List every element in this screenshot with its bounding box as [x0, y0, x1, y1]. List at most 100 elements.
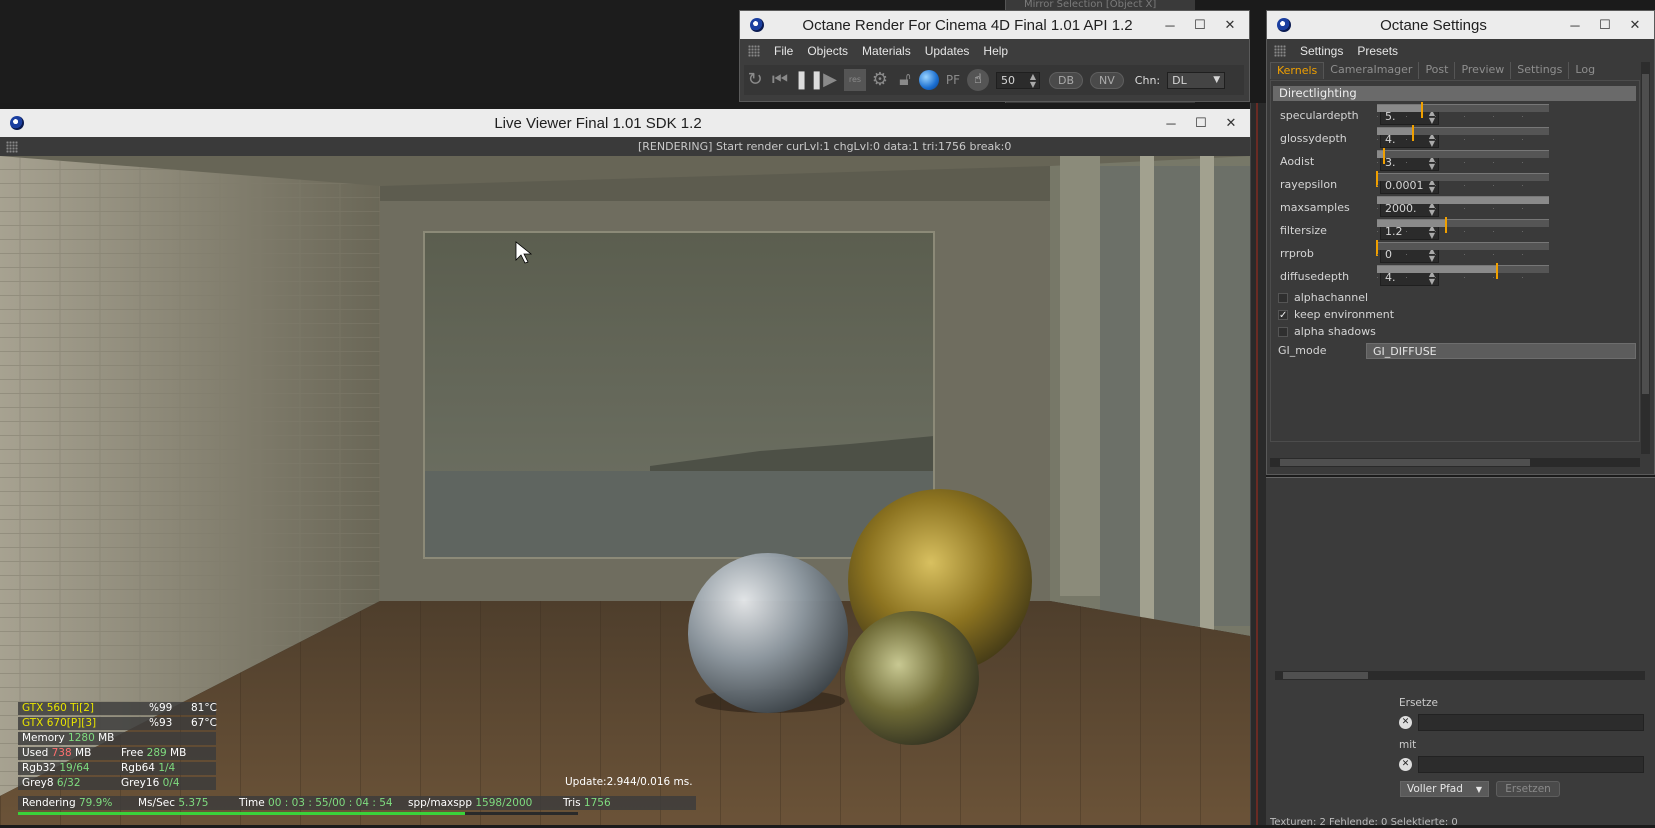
scroll-thumb[interactable]: [1283, 672, 1368, 679]
viewer-titlebar[interactable]: Live Viewer Final 1.01 SDK 1.2 ─ ☐ ✕: [0, 109, 1250, 137]
param-slider[interactable]: [1377, 125, 1549, 141]
path-option-select[interactable]: Voller Pfad ▼: [1400, 781, 1489, 797]
grey8-label: Grey8: [22, 777, 54, 789]
skip-back-icon[interactable]: ⏮: [769, 69, 791, 91]
slider-fill: [1377, 105, 1422, 112]
scroll-thumb[interactable]: [1642, 74, 1649, 394]
minimize-icon[interactable]: ─: [1568, 18, 1582, 33]
tris-value: 1756: [583, 797, 611, 809]
tab-cameraimager[interactable]: CameraImager: [1324, 62, 1420, 79]
spin-arrows-icon[interactable]: ▲ ▼: [1030, 72, 1036, 89]
settings-gear-icon[interactable]: ⚙: [869, 69, 891, 91]
clear-ersetze-icon[interactable]: ✕: [1399, 716, 1412, 729]
menu-settings[interactable]: Settings: [1300, 44, 1343, 58]
reload-icon[interactable]: ↻: [744, 69, 766, 91]
db-button[interactable]: DB: [1049, 71, 1084, 89]
checkbox-box[interactable]: [1278, 293, 1288, 303]
slider-ticks: [1377, 185, 1549, 186]
menu-materials[interactable]: Materials: [862, 44, 911, 58]
cinema4d-logo-icon: [10, 116, 24, 130]
close-icon[interactable]: ✕: [1223, 17, 1237, 33]
settings-horizontal-scrollbar[interactable]: [1270, 458, 1640, 467]
minimize-icon[interactable]: ─: [1163, 18, 1177, 33]
gpu2-name: GTX 670[P][3]: [22, 717, 97, 729]
grey16-label: Grey16: [121, 777, 160, 789]
play-icon[interactable]: ▶: [819, 69, 841, 91]
tab-post[interactable]: Post: [1419, 62, 1456, 79]
rgb64-value: 1/4: [158, 762, 176, 774]
viewer-statusbar: [RENDERING] Start render curLvl:1 chgLvl…: [0, 137, 1250, 156]
mit-input[interactable]: [1418, 756, 1644, 773]
param-slider[interactable]: [1377, 217, 1549, 233]
material-sphere-icon[interactable]: [919, 70, 939, 90]
ersetze-input[interactable]: [1418, 714, 1644, 731]
tab-preview[interactable]: Preview: [1455, 62, 1512, 79]
checkbox-alpha-shadows[interactable]: alpha shadows: [1278, 325, 1376, 338]
menu-presets[interactable]: Presets: [1357, 44, 1398, 58]
hud-gpu1: GTX 560 Ti[2] %99 81°C: [18, 702, 217, 715]
tab-kernels[interactable]: Kernels: [1270, 62, 1325, 79]
update-timing: Update:2.944/0.016 ms.: [565, 776, 693, 788]
slider-fill: [1377, 220, 1446, 227]
rgb64-group: Rgb64 1/4: [121, 762, 175, 775]
checkmark-icon[interactable]: ✓: [1278, 310, 1288, 321]
tab-log[interactable]: Log: [1569, 62, 1601, 79]
ersetzen-button[interactable]: Ersetzen: [1496, 781, 1560, 797]
menu-objects[interactable]: Objects: [807, 44, 848, 58]
channel-select[interactable]: DL ▼: [1167, 71, 1226, 89]
param-slider[interactable]: [1376, 240, 1549, 256]
maximize-icon[interactable]: ☐: [1193, 17, 1207, 33]
minimize-icon[interactable]: ─: [1164, 116, 1178, 131]
slider-ticks: [1377, 162, 1549, 163]
pick-focus-icon[interactable]: PF: [942, 69, 964, 91]
menu-help[interactable]: Help: [983, 44, 1008, 58]
tab-settings[interactable]: Settings: [1511, 62, 1570, 79]
menu-updates[interactable]: Updates: [925, 44, 970, 58]
clear-mit-icon[interactable]: ✕: [1399, 758, 1412, 771]
nv-button[interactable]: NV: [1090, 71, 1124, 89]
close-icon[interactable]: ✕: [1224, 115, 1238, 131]
lock-icon[interactable]: 🔓︎: [894, 69, 916, 91]
octane-menubar: File Objects Materials Updates Help: [748, 43, 1008, 59]
resolution-icon[interactable]: res: [844, 69, 866, 91]
mssec-label: Ms/Sec: [138, 797, 175, 809]
kernel-type-header[interactable]: Directlighting: [1273, 86, 1636, 101]
checkbox-alphachannel[interactable]: alphachannel: [1278, 291, 1368, 304]
mouse-pointer-icon[interactable]: ☝: [967, 69, 989, 91]
chevron-down-icon: ▼: [1475, 785, 1482, 794]
param-label: speculardepth: [1280, 109, 1359, 122]
param-slider[interactable]: [1377, 102, 1549, 118]
grey16-group: Grey16 0/4: [121, 777, 180, 790]
param-slider[interactable]: [1377, 263, 1549, 279]
param-slider[interactable]: [1377, 148, 1549, 164]
param-slider[interactable]: [1376, 171, 1549, 187]
param-label: glossydepth: [1280, 132, 1347, 145]
checkbox-label: alpha shadows: [1294, 325, 1376, 338]
octane-titlebar[interactable]: Octane Render For Cinema 4D Final 1.01 A…: [740, 11, 1249, 39]
region-value-field[interactable]: 50 ▲ ▼: [996, 71, 1040, 89]
memory-unit: MB: [98, 732, 115, 744]
grip-icon[interactable]: [1274, 45, 1286, 57]
gpu2-load: %93: [149, 717, 173, 729]
lower-panel-scrollbar[interactable]: [1275, 671, 1645, 680]
grip-icon[interactable]: [6, 141, 18, 153]
param-slider[interactable]: [1377, 196, 1549, 204]
menu-file[interactable]: File: [774, 44, 793, 58]
maximize-icon[interactable]: ☐: [1194, 115, 1208, 131]
slider-ticks: [1377, 231, 1549, 232]
free-group: Free 289 MB: [121, 747, 186, 760]
maximize-icon[interactable]: ☐: [1598, 17, 1612, 33]
close-icon[interactable]: ✕: [1628, 17, 1642, 33]
viewer-window-title: Live Viewer Final 1.01 SDK 1.2: [494, 114, 702, 132]
scroll-thumb[interactable]: [1280, 459, 1530, 466]
checkbox-keep-environment[interactable]: ✓ keep environment: [1278, 308, 1394, 321]
settings-titlebar[interactable]: Octane Settings ─ ☐ ✕: [1267, 11, 1654, 39]
checkbox-box[interactable]: [1278, 327, 1288, 337]
panel-divider[interactable]: [1250, 103, 1266, 825]
settings-vertical-scrollbar[interactable]: [1641, 62, 1650, 454]
pause-icon[interactable]: ❚❚: [794, 69, 824, 91]
texture-status: Texturen: 2 Fehlende: 0 Selektierte: 0: [1270, 817, 1458, 828]
grip-icon[interactable]: [748, 45, 760, 57]
gi-mode-select[interactable]: GI_DIFFUSE: [1366, 343, 1636, 359]
chevron-down-icon: ▼: [1213, 74, 1221, 85]
